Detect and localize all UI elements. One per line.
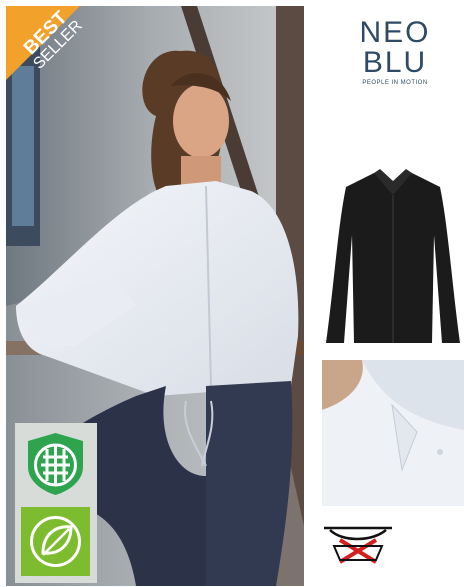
brand-logo[interactable]: NEO BLU PEOPLE IN MOTION (340, 16, 450, 87)
no-tumble-dry-icon (322, 522, 394, 566)
best-seller-badge: BEST SELLER (6, 6, 116, 116)
brand-logo-line-1: NEO (359, 16, 431, 49)
collar-detail-image (322, 360, 464, 506)
black-shirt-image (326, 169, 460, 343)
product-thumbnail-black-shirt[interactable] (322, 165, 464, 347)
brand-logo-line-2: BLU (362, 46, 428, 79)
product-thumbnail-collar-detail[interactable] (322, 360, 464, 506)
fabric-weave-icon (21, 429, 90, 498)
brand-tagline: PEOPLE IN MOTION (362, 80, 428, 86)
feature-icons-panel (15, 423, 97, 583)
leaf-icon (21, 507, 90, 576)
